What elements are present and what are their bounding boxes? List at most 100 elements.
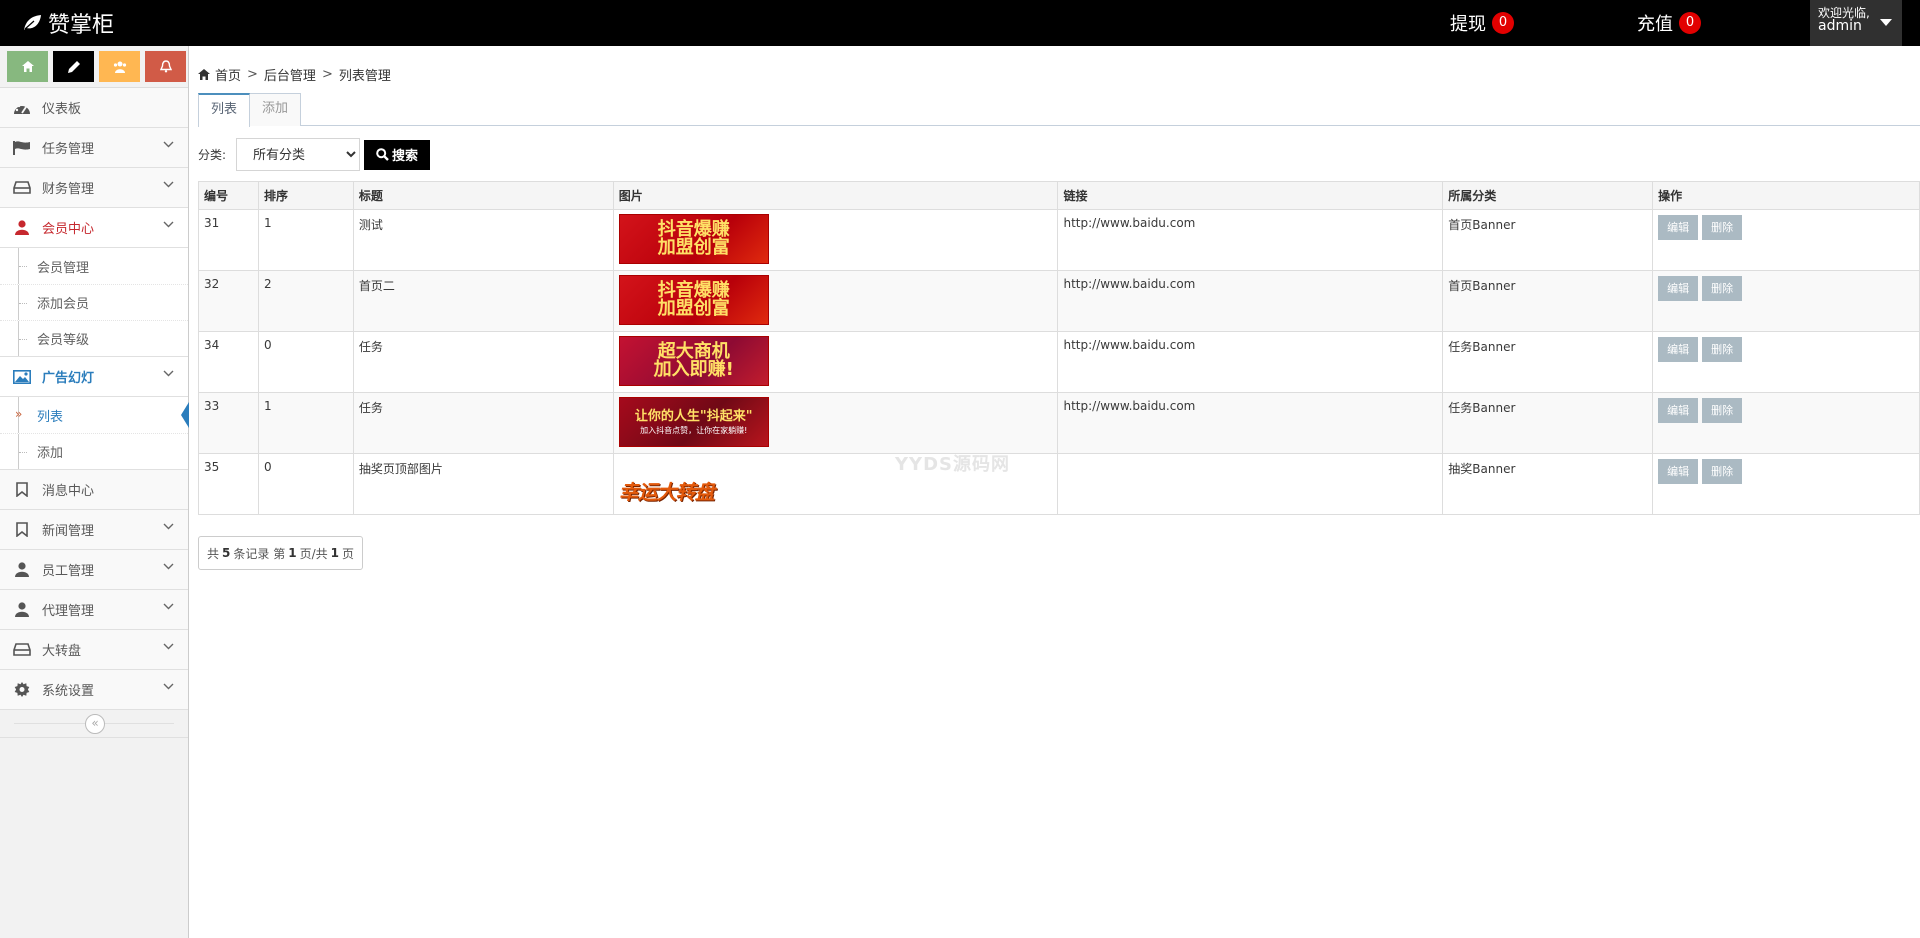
sidebar-item-wheel[interactable]: 大转盘 <box>0 630 188 670</box>
recharge-link[interactable]: 充值 0 <box>1637 10 1701 36</box>
sidebar-item-settings[interactable]: 系统设置 <box>0 670 188 710</box>
banner-thumbnail[interactable]: 抖音爆赚 加盟创富 <box>618 275 769 325</box>
table-row: 32 2 首页二 抖音爆赚 加盟创富 http://www.baidu.com … <box>198 270 1920 332</box>
cell-title: 首页二 <box>352 270 614 332</box>
delete-button[interactable]: 删除 <box>1702 337 1743 362</box>
category-select[interactable]: 所有分类 <box>236 138 361 171</box>
bookmark-icon <box>12 520 32 540</box>
table-row: 35 0 抽奖页顶部图片 幸运大转盘 抽奖Banner 编辑 删除 <box>198 453 1920 515</box>
chevron-down-icon <box>163 563 174 570</box>
edit-button[interactable]: 编辑 <box>1658 276 1699 301</box>
table-header-row: 编号 排序 标题 图片 链接 所属分类 操作 <box>198 181 1920 210</box>
shortcut-users-button[interactable] <box>99 51 140 82</box>
delete-button[interactable]: 删除 <box>1702 459 1743 484</box>
recharge-label: 充值 <box>1637 14 1673 35</box>
shortcut-notify-button[interactable] <box>145 51 186 82</box>
sidebar-item-news[interactable]: 新闻管理 <box>0 510 188 550</box>
search-button[interactable]: 搜索 <box>364 139 431 170</box>
delete-button[interactable]: 删除 <box>1702 276 1743 301</box>
delete-button[interactable]: 删除 <box>1702 398 1743 423</box>
cell-id: 33 <box>198 392 259 454</box>
column-header-actions: 操作 <box>1652 181 1920 210</box>
chevron-down-icon <box>163 683 174 690</box>
column-header-sort: 排序 <box>257 181 354 210</box>
edit-button[interactable]: 编辑 <box>1658 215 1699 240</box>
edit-button[interactable]: 编辑 <box>1658 337 1699 362</box>
delete-button[interactable]: 删除 <box>1702 215 1743 240</box>
sidebar-subitem-add-member[interactable]: 添加会员 <box>0 284 188 320</box>
pager-text: 条记录 第 <box>233 546 286 561</box>
column-header-id: 编号 <box>198 181 259 210</box>
sidebar-item-messages[interactable]: 消息中心 <box>0 470 188 510</box>
user-menu-toggle[interactable]: 欢迎光临, admin <box>1810 0 1902 46</box>
shortcut-edit-button[interactable] <box>53 51 94 82</box>
breadcrumb-home[interactable]: 首页 <box>215 65 241 84</box>
table-row: 31 1 测试 抖音爆赚 加盟创富 http://www.baidu.com 首… <box>198 209 1920 271</box>
withdraw-link[interactable]: 提现 0 <box>1450 10 1514 36</box>
sidebar-item-members[interactable]: 会员中心 <box>0 208 188 248</box>
column-header-title: 标题 <box>352 181 614 210</box>
members-submenu: 会员管理 添加会员 会员等级 <box>0 248 188 357</box>
sidebar-item-tasks[interactable]: 任务管理 <box>0 128 188 168</box>
double-chevron-right-icon: » <box>15 407 23 421</box>
sidebar-subitem-ad-list[interactable]: » 列表 <box>0 397 189 433</box>
chevron-down-icon <box>163 181 174 188</box>
cell-link: http://www.baidu.com <box>1057 331 1444 393</box>
cell-category: 首页Banner <box>1442 270 1654 332</box>
cell-actions: 编辑 删除 <box>1652 392 1920 454</box>
cell-sort: 2 <box>257 270 354 332</box>
sidebar-subitem-label: 添加会员 <box>37 297 90 312</box>
banner-table: 编号 排序 标题 图片 链接 所属分类 操作 31 1 测试 抖音爆赚 加盟创富 <box>198 181 1920 515</box>
sidebar-subitem-label: 会员等级 <box>37 333 90 348</box>
breadcrumb-separator: > <box>321 67 333 82</box>
bookmark-icon <box>12 480 32 500</box>
column-header-link: 链接 <box>1057 181 1444 210</box>
chevron-down-icon <box>163 221 174 228</box>
withdraw-count-badge: 0 <box>1492 12 1514 34</box>
cell-actions: 编辑 删除 <box>1652 270 1920 332</box>
brand-logo[interactable]: 赞掌柜 <box>22 8 114 38</box>
banner-thumbnail[interactable]: 抖音爆赚 加盟创富 <box>618 214 769 264</box>
breadcrumb-separator: > <box>247 67 258 82</box>
pager-text: 页 <box>341 546 354 561</box>
search-button-label: 搜索 <box>392 149 419 164</box>
sidebar-item-finance[interactable]: 财务管理 <box>0 168 188 208</box>
bell-icon <box>159 60 172 73</box>
cell-image: 超大商机 加入即赚! <box>612 331 1059 393</box>
filter-bar: 分类: 所有分类 搜索 <box>198 138 431 171</box>
banner-thumbnail[interactable]: 幸运大转盘 <box>619 470 719 510</box>
cell-actions: 编辑 删除 <box>1652 331 1920 393</box>
collapse-sidebar-button[interactable]: « <box>85 714 105 734</box>
home-icon <box>198 69 210 80</box>
sidebar-item-label: 仪表板 <box>42 102 82 117</box>
gear-icon <box>12 680 32 700</box>
top-navbar: 赞掌柜 提现 0 充值 0 欢迎光临, admin <box>0 0 1920 46</box>
sidebar-subitem-member-level[interactable]: 会员等级 <box>0 320 188 356</box>
tab-list[interactable]: 列表 <box>198 93 251 127</box>
inbox-icon <box>12 640 32 660</box>
sidebar-subitem-ad-add[interactable]: 添加 <box>0 433 188 469</box>
cell-title: 任务 <box>352 331 614 393</box>
banner-thumbnail[interactable]: 超大商机 加入即赚! <box>618 336 769 386</box>
table-row: 34 0 任务 超大商机 加入即赚! http://www.baidu.com … <box>198 331 1920 393</box>
breadcrumb-admin[interactable]: 后台管理 <box>264 65 316 84</box>
group-icon <box>113 61 126 73</box>
chevron-down-icon <box>163 643 174 650</box>
edit-button[interactable]: 编辑 <box>1658 398 1699 423</box>
user-icon <box>12 560 32 580</box>
withdraw-label: 提现 <box>1450 14 1486 35</box>
edit-button[interactable]: 编辑 <box>1658 459 1699 484</box>
tab-add[interactable]: 添加 <box>249 93 302 126</box>
main-content: 首页 > 后台管理 > 列表管理 列表 添加 分类: 所有分类 搜索 编号 排序… <box>190 46 1920 938</box>
banner-thumbnail[interactable]: 让你的人生"抖起来" 加入抖音点赞，让你在家躺赚! <box>618 397 769 447</box>
sidebar-subitem-member-manage[interactable]: 会员管理 <box>0 248 188 284</box>
cell-image: 抖音爆赚 加盟创富 <box>612 270 1059 332</box>
sidebar-item-staff[interactable]: 员工管理 <box>0 550 188 590</box>
cell-category: 任务Banner <box>1442 331 1654 393</box>
cell-actions: 编辑 删除 <box>1652 209 1920 271</box>
sidebar-item-dashboard[interactable]: 仪表板 <box>0 88 188 128</box>
shortcut-home-button[interactable] <box>7 51 48 82</box>
inbox-icon <box>12 178 32 198</box>
sidebar-item-ads[interactable]: 广告幻灯 <box>0 357 188 397</box>
sidebar-item-agents[interactable]: 代理管理 <box>0 590 188 630</box>
